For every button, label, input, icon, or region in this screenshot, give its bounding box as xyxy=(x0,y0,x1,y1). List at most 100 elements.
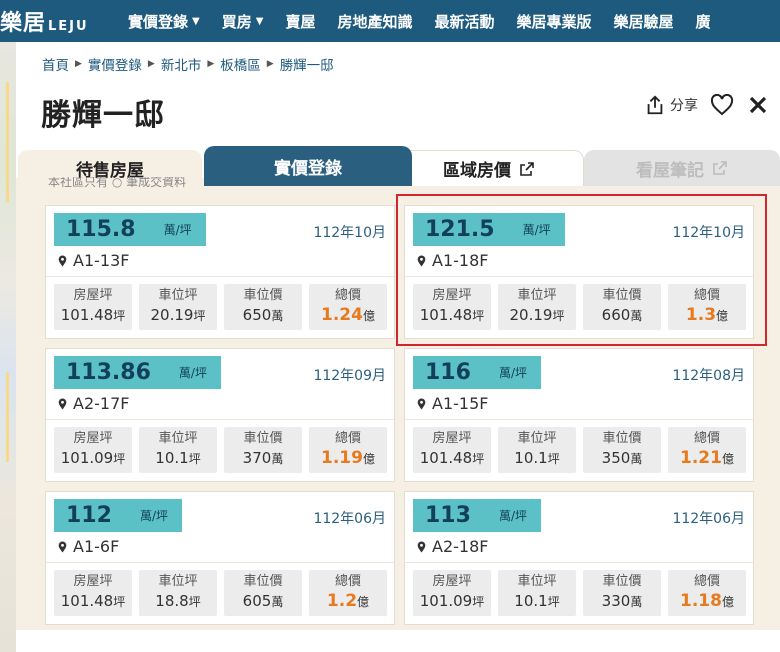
tab-label: 看屋筆記 xyxy=(636,160,704,181)
stats-row: 房屋坪 101.09坪 車位坪 10.1坪 車位價 370萬 總價 1.19億 xyxy=(54,427,387,473)
breadcrumb: 首頁 ▶ 實價登錄 ▶ 新北市 ▶ 板橋區 ▶ 勝輝一邸 xyxy=(42,54,334,74)
map-background[interactable] xyxy=(0,42,16,652)
nav-item-buy[interactable]: 買房 ▼ xyxy=(222,11,264,32)
location-pin-icon xyxy=(58,255,67,266)
share-icon[interactable] xyxy=(644,94,666,116)
share-label[interactable]: 分享 xyxy=(670,95,698,115)
deal-date: 112年08月 xyxy=(672,368,745,384)
divider xyxy=(46,562,394,563)
tab-area-price[interactable]: 區域房價 xyxy=(394,150,584,186)
stat-label: 房屋坪 xyxy=(73,431,113,446)
stat-label: 房屋坪 xyxy=(73,288,113,303)
stat-value: 101.48坪 xyxy=(54,590,132,613)
stat-label: 房屋坪 xyxy=(432,574,472,589)
location-pin-icon xyxy=(58,398,67,409)
tab-price-registry[interactable]: 實價登錄 xyxy=(204,146,412,186)
listing-card[interactable]: 115.8 萬/坪 112年10月 A1-13F 房屋坪 101.48坪 車位坪 20.19坪… xyxy=(45,205,395,339)
external-link-icon xyxy=(520,161,534,176)
stat-label: 總價 xyxy=(334,431,361,446)
price-badge: 113.86 萬/坪 xyxy=(54,356,221,389)
tab-viewing-notes[interactable]: 看屋筆記 xyxy=(584,150,780,186)
nav-item-sell[interactable]: 賣屋 xyxy=(285,11,315,32)
price-badge: 116 萬/坪 xyxy=(413,356,541,389)
stat-label: 車位坪 xyxy=(517,574,557,589)
stat-value: 1.19億 xyxy=(309,447,387,470)
value: 10.1 xyxy=(514,449,548,467)
header-actions: 分享 xyxy=(644,94,768,116)
stats-row: 房屋坪 101.48坪 車位坪 10.1坪 車位價 350萬 總價 1.21億 xyxy=(413,427,746,473)
listing-card[interactable]: 113 萬/坪 112年06月 A2-18F 房屋坪 101.09坪 車位坪 10.1坪 車位價… xyxy=(404,491,754,625)
stat-value: 370萬 xyxy=(224,447,302,470)
value: 18.8 xyxy=(155,592,189,610)
value: 101.48 xyxy=(419,449,473,467)
price-unit: 萬/坪 xyxy=(178,366,207,380)
stat-value: 10.1坪 xyxy=(139,447,217,470)
price-unit: 萬/坪 xyxy=(498,366,527,380)
highlight-box xyxy=(396,194,767,346)
stat-label: 房屋坪 xyxy=(432,431,472,446)
stats-row: 房屋坪 101.48坪 車位坪 18.8坪 車位價 605萬 總價 1.2億 xyxy=(54,570,387,616)
listing-card[interactable]: 116 萬/坪 112年08月 A1-15F 房屋坪 101.48坪 車位坪 10.1坪 車位價… xyxy=(404,348,754,482)
nav-item-ads[interactable]: 廣 xyxy=(696,11,711,32)
unit-label: A2-18F xyxy=(432,537,489,556)
unit-number: A2-18F xyxy=(417,537,488,556)
value: 1.19 xyxy=(321,448,363,468)
stat-value: 101.09坪 xyxy=(413,590,491,613)
divider xyxy=(46,276,394,277)
stat-parking-price: 車位價 605萬 xyxy=(224,570,302,616)
breadcrumb-price-registry[interactable]: 實價登錄 xyxy=(88,54,142,74)
stat-label: 總價 xyxy=(334,288,361,303)
value: 101.09 xyxy=(60,449,114,467)
unit: 坪 xyxy=(113,309,126,323)
stat-value: 101.48坪 xyxy=(413,447,491,470)
deal-date: 112年10月 xyxy=(313,225,386,241)
value: 330 xyxy=(601,592,631,610)
unit: 億 xyxy=(362,309,375,323)
nav-item-pro[interactable]: 樂居專業版 xyxy=(516,11,591,32)
nav-item-inspection[interactable]: 樂居驗屋 xyxy=(614,11,674,32)
divider xyxy=(405,562,753,563)
unit-number: A1-15F xyxy=(417,394,488,413)
price-badge: 113 萬/坪 xyxy=(413,499,541,532)
close-icon[interactable] xyxy=(748,95,768,115)
stat-label: 車位坪 xyxy=(158,431,198,446)
stat-label: 總價 xyxy=(693,574,720,589)
stat-area: 房屋坪 101.09坪 xyxy=(54,427,132,473)
listing-card[interactable]: 113.86 萬/坪 112年09月 A2-17F 房屋坪 101.09坪 車位坪 10.1坪… xyxy=(45,348,395,482)
location-pin-icon xyxy=(417,541,426,552)
chevron-down-icon: ▼ xyxy=(192,15,200,27)
stat-parking-area: 車位坪 20.19坪 xyxy=(139,284,217,330)
breadcrumb-home[interactable]: 首頁 xyxy=(42,54,69,74)
listing-card[interactable]: 112 萬/坪 112年06月 A1-6F 房屋坪 101.48坪 車位坪 18.8坪 車位價 6… xyxy=(45,491,395,625)
nav-item-knowledge[interactable]: 房地產知識 xyxy=(337,11,412,32)
value: 650 xyxy=(242,306,272,324)
value: 1.21 xyxy=(680,448,722,468)
unit-label: A2-17F xyxy=(73,394,130,413)
stat-total: 總價 1.24億 xyxy=(309,284,387,330)
heart-icon[interactable] xyxy=(710,94,734,116)
stat-area: 房屋坪 101.09坪 xyxy=(413,570,491,616)
caret-right-icon: ▶ xyxy=(266,59,274,69)
unit: 坪 xyxy=(472,595,485,609)
price-badge: 115.8 萬/坪 xyxy=(54,213,206,246)
stat-label: 總價 xyxy=(334,574,361,589)
breadcrumb-city[interactable]: 新北市 xyxy=(161,54,202,74)
unit-label: A1-6F xyxy=(73,537,120,556)
value: 350 xyxy=(601,449,631,467)
stat-label: 房屋坪 xyxy=(73,574,113,589)
caret-right-icon: ▶ xyxy=(207,59,215,69)
breadcrumb-district[interactable]: 板橋區 xyxy=(220,54,261,74)
unit: 坪 xyxy=(113,595,126,609)
stat-parking-area: 車位坪 18.8坪 xyxy=(139,570,217,616)
value: 1.2 xyxy=(326,591,358,611)
stat-value: 1.2億 xyxy=(309,590,387,613)
stat-value: 10.1坪 xyxy=(498,447,576,470)
stat-parking-area: 車位坪 10.1坪 xyxy=(139,427,217,473)
nav-item-events[interactable]: 最新活動 xyxy=(434,11,494,32)
stat-area: 房屋坪 101.48坪 xyxy=(54,570,132,616)
nav-item-price-registry[interactable]: 實價登錄 ▼ xyxy=(128,11,200,32)
leju-logo[interactable]: 樂居 LEJU xyxy=(0,5,128,37)
unit-label: A1-13F xyxy=(73,251,130,270)
breadcrumb-community[interactable]: 勝輝一邸 xyxy=(280,54,334,74)
tab-label: 實價登錄 xyxy=(274,158,342,179)
